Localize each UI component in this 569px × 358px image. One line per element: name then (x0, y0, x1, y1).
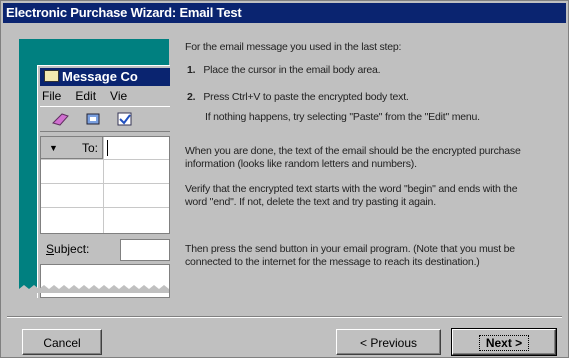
menu-file: File (42, 89, 62, 103)
verify-text-line-2: word "end". If not, delete the text and … (185, 196, 436, 208)
step-2-note: If nothing happens, try selecting "Paste… (205, 111, 480, 123)
zigzag-bottom-edge (19, 285, 169, 293)
zigzag-top-edge (19, 38, 169, 39)
message-menu-bar: File Edit Vie (42, 89, 141, 103)
menu-view: Vie (110, 89, 128, 103)
cancel-button[interactable]: Cancel (22, 329, 102, 355)
divider (7, 316, 562, 318)
recipient-area: ▼ To: (40, 136, 170, 234)
subject-field (120, 239, 170, 261)
previous-button[interactable]: < Previous (336, 329, 441, 355)
text-cursor (107, 140, 108, 156)
wizard-window: Electronic Purchase Wizard: Email Test M… (0, 0, 569, 358)
next-button[interactable]: Next > (451, 328, 557, 356)
verify-text-line-1: Verify that the encrypted text starts wi… (185, 183, 518, 195)
step-1: 1. Place the cursor in the email body are… (187, 64, 381, 76)
email-illustration: Message Co File Edit Vie ▼ To: Subject: (19, 38, 170, 298)
message-toolbar (40, 106, 170, 132)
message-window-title: Message Co (62, 69, 138, 84)
next-button-label: Next > (478, 335, 530, 351)
step-2: 2. Press Ctrl+V to paste the encrypted bo… (187, 91, 409, 103)
done-text-line-1: When you are done, the text of the email… (185, 145, 521, 157)
send-text-line-1: Then press the send button in your email… (185, 243, 515, 255)
intro-text: For the email message you used in the la… (185, 41, 402, 53)
message-window-illustration: Message Co File Edit Vie ▼ To: Subject: (37, 65, 170, 298)
dropdown-arrow-icon: ▼ (49, 143, 58, 153)
to-button: ▼ To: (41, 137, 103, 159)
send-icon (52, 113, 69, 126)
address-book-icon (86, 113, 100, 125)
envelope-icon (44, 70, 59, 82)
window-title: Electronic Purchase Wizard: Email Test (3, 3, 566, 23)
check-names-icon (117, 112, 132, 126)
send-text-line-2: connected to the internet for the messag… (185, 256, 480, 268)
menu-edit: Edit (75, 89, 97, 103)
subject-label: Subject: (46, 242, 90, 256)
done-text-line-2: information (looks like random letters a… (185, 158, 417, 170)
